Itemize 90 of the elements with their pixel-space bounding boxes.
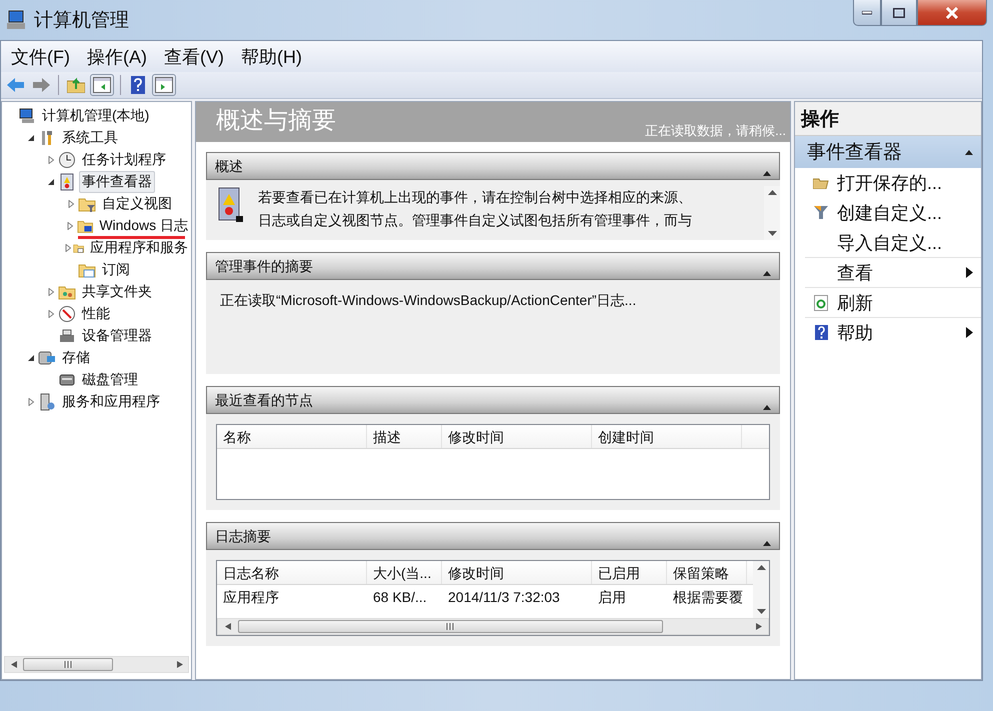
scroll-down-icon[interactable]: [768, 230, 776, 237]
menu-item[interactable]: 帮助(H): [240, 44, 302, 68]
tree-item[interactable]: 服务和应用程序: [59, 391, 163, 413]
scrollbar-thumb[interactable]: [23, 658, 113, 671]
show-action-pane-icon[interactable]: [152, 74, 176, 96]
scroll-left-icon[interactable]: [224, 623, 232, 630]
collapse-caret-icon: [763, 271, 771, 276]
table-cell-text: 2014/11/3 7:32:03: [447, 588, 561, 607]
storage-icon: [38, 349, 56, 367]
window-title: 计算机管理: [34, 9, 129, 33]
printer-icon: [58, 327, 76, 345]
expand-arrow-icon[interactable]: [67, 200, 75, 208]
table-cell-text: 68 KB/...: [372, 588, 428, 607]
collapse-arrow-icon[interactable]: [27, 354, 35, 362]
folder-icon: [813, 176, 829, 189]
filter-icon: [814, 206, 828, 219]
tree-item[interactable]: 计算机管理(本地): [39, 105, 152, 127]
column-header[interactable]: 修改时间: [442, 561, 592, 584]
log-icon: [58, 173, 76, 191]
gauge-icon: [58, 305, 76, 323]
collapse-caret-icon: [763, 171, 771, 176]
clock-icon: [58, 151, 76, 169]
collapse-caret-icon: [763, 405, 771, 410]
pane-title: 概述与摘要: [216, 106, 336, 136]
column-header[interactable]: 描述: [367, 425, 442, 448]
loading-status-text: 正在读取数据，请稍候...: [645, 122, 786, 140]
column-header[interactable]: 保留策略: [667, 561, 747, 584]
tree-item[interactable]: 事件查看器: [79, 171, 155, 193]
show-tree-icon[interactable]: [90, 74, 114, 96]
menu-item[interactable]: 文件(F): [11, 44, 70, 68]
scrollbar-thumb[interactable]: [238, 620, 663, 633]
expand-arrow-icon[interactable]: [64, 244, 72, 252]
expand-arrow-icon[interactable]: [66, 222, 74, 230]
maximize-button[interactable]: [881, 0, 917, 26]
tree-item[interactable]: Windows 日志: [96, 215, 191, 237]
scroll-up-icon[interactable]: [756, 564, 766, 571]
minimize-icon: [862, 10, 872, 14]
column-header[interactable]: 修改时间: [442, 425, 592, 448]
close-icon: [945, 6, 959, 18]
loading-status-text: 正在读取“Microsoft-Windows-WindowsBackup/ActionCenter”日志...: [219, 291, 636, 310]
table-cell-text: 应用程序: [222, 588, 280, 607]
section-header[interactable]: 日志摘要: [206, 522, 780, 550]
expand-arrow-icon[interactable]: [27, 398, 35, 406]
help-icon: [814, 325, 828, 340]
tree-item[interactable]: 自定义视图: [99, 193, 175, 215]
tree-item[interactable]: 性能: [79, 303, 113, 325]
column-header[interactable]: 创建时间: [592, 425, 742, 448]
tree-item[interactable]: 任务计划程序: [79, 149, 169, 171]
menu-item[interactable]: 查看(V): [164, 44, 224, 68]
collapse-arrow-icon[interactable]: [27, 134, 35, 142]
expand-arrow-icon[interactable]: [47, 288, 55, 296]
submenu-arrow-icon: [966, 267, 973, 278]
maximize-icon: [893, 8, 905, 18]
tree-item[interactable]: 磁盘管理: [79, 369, 141, 391]
tree-item[interactable]: 设备管理器: [79, 325, 155, 347]
close-button[interactable]: [917, 0, 987, 26]
expand-arrow-icon[interactable]: [47, 310, 55, 318]
computer-icon: [6, 9, 28, 31]
refresh-icon: [814, 294, 828, 310]
computer-icon: [18, 107, 36, 125]
scroll-left-icon[interactable]: [10, 661, 18, 668]
scroll-right-icon[interactable]: [174, 661, 184, 668]
column-header[interactable]: 日志名称: [217, 561, 367, 584]
tree-item[interactable]: 应用程序和服务: [87, 237, 191, 259]
expand-arrow-icon[interactable]: [47, 156, 55, 164]
collapse-caret-icon: [965, 150, 973, 154]
menu-item[interactable]: 操作(A): [86, 44, 147, 68]
table-cell-text: 启用: [597, 588, 627, 607]
scroll-down-icon[interactable]: [756, 608, 766, 615]
tree-item[interactable]: 订阅: [99, 259, 133, 281]
column-header[interactable]: 已启用: [592, 561, 667, 584]
tree-item[interactable]: 系统工具: [59, 127, 121, 149]
action-group-header[interactable]: 事件查看器: [795, 136, 981, 168]
pane-title: 操作: [795, 102, 981, 136]
tree-item[interactable]: 共享文件夹: [79, 281, 155, 303]
collapse-caret-icon: [763, 541, 771, 546]
tree-item[interactable]: 存储: [59, 347, 93, 369]
scroll-up-icon[interactable]: [768, 189, 776, 196]
section-header[interactable]: 管理事件的摘要: [206, 252, 780, 280]
column-header[interactable]: 大小(当...: [367, 561, 442, 584]
section-header[interactable]: 概述: [206, 152, 780, 180]
server-icon: [38, 393, 56, 411]
collapse-arrow-icon[interactable]: [47, 178, 55, 186]
table-cell-text: 根据需要覆: [672, 588, 744, 607]
scroll-right-icon[interactable]: [754, 623, 762, 630]
minimize-button[interactable]: [853, 0, 881, 26]
overview-text: 若要查看已在计算机上出现的事件，请在控制台树中选择相应的来源、 日志或自定义视图节点。管理事件自定义试图包括所有管理事件，而与: [257, 188, 693, 230]
column-header[interactable]: 名称: [217, 425, 367, 448]
section-header[interactable]: 最近查看的节点: [206, 386, 780, 414]
submenu-arrow-icon: [966, 327, 973, 338]
